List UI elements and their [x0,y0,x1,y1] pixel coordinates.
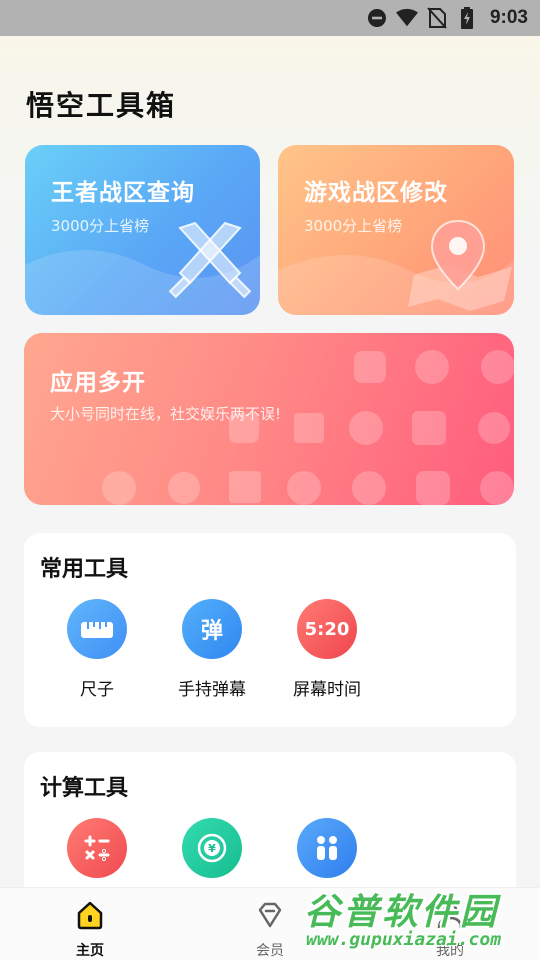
clock-time: 9:03 [489,7,528,28]
calculator-icon [67,818,127,878]
danmu-glyph: 弹 [200,619,223,644]
screen-time-glyph: 5:20 [304,618,350,640]
watermark-text: 谷普软件园 [304,892,500,933]
wifi-icon [395,7,418,29]
tool-ruler[interactable]: 尺子 [42,599,152,700]
tab-home[interactable]: 主页 [40,898,140,960]
ruler-icon [67,599,127,659]
card-title: 王者战区查询 [51,180,195,206]
tool-label: 屏幕时间 [293,680,361,700]
page-title: 悟空工具箱 [26,89,177,122]
tool-screen-time[interactable]: 5:20 屏幕时间 [272,599,382,700]
people-icon [297,818,357,878]
clock-text-icon: 5:20 [297,599,357,659]
game-zone-modify-card[interactable]: 游戏战区修改 3000分上省榜 [278,145,514,315]
tool-label: 手持弹幕 [178,680,246,700]
card-title: 游戏战区修改 [304,180,448,206]
card-subtitle: 3000分上省榜 [304,217,403,235]
tool-handheld-danmu[interactable]: 弹 手持弹幕 [157,599,267,700]
home-icon [77,901,103,930]
card-title: 应用多开 [50,370,146,396]
card-subtitle: 3000分上省榜 [51,217,150,235]
tool-people[interactable] [272,818,382,878]
no-sim-icon [426,7,448,29]
site-watermark: 谷普软件园 www.gupuxiazai.com [296,883,540,960]
section-title: 常用工具 [40,557,129,582]
tool-currency-exchange[interactable]: ¥ [157,818,267,878]
diamond-icon [258,902,282,928]
do-not-disturb-icon [366,7,388,29]
king-zone-query-card[interactable]: 王者战区查询 3000分上省榜 [25,145,260,315]
crossed-swords-icon [168,221,252,299]
card-subtitle: 大小号同时在线，社交娱乐两不误! [50,405,282,423]
common-tools-section: 常用工具 尺子 弹 手持弹幕 5:20 屏幕时间 [24,533,516,727]
app-multi-open-card[interactable]: 应用多开 大小号同时在线，社交娱乐两不误! [24,333,514,505]
map-pin-icon [408,219,512,311]
svg-text:¥: ¥ [208,842,216,855]
watermark-url: www.gupuxiazai.com [306,929,502,950]
danmu-icon: 弹 [182,599,242,659]
tool-label: 尺子 [80,680,114,700]
currency-exchange-icon: ¥ [182,818,242,878]
tool-calculator[interactable] [42,818,152,878]
tab-label: 主页 [76,943,104,959]
battery-charging-icon [456,7,478,29]
section-title: 计算工具 [40,776,129,801]
status-bar: 9:03 [0,0,540,36]
